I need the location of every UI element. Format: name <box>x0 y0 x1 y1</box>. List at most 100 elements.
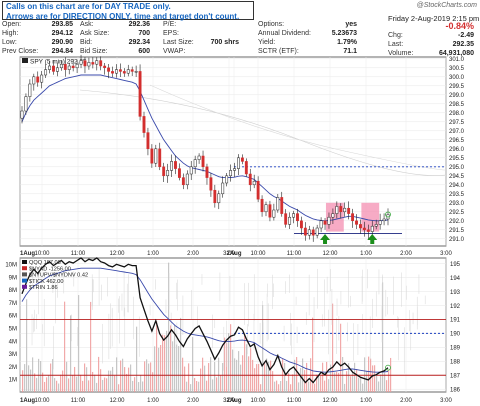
spy-x-tick-label: 2:00 <box>400 251 412 257</box>
volume-bar <box>386 380 388 392</box>
volume-bar <box>156 321 158 392</box>
candle <box>193 159 197 168</box>
spy-x-tick-label: 3:00 <box>440 251 452 257</box>
candle <box>303 227 307 236</box>
candle <box>319 220 323 229</box>
qqq-x-tick-label: 12:00 <box>109 398 125 404</box>
qqq-legend-label: $NYAD -1256.00 <box>29 266 71 272</box>
volume-bar <box>76 376 78 392</box>
volume-bar <box>240 364 242 392</box>
spy-y-tick-label: 292.5 <box>449 210 465 216</box>
candle <box>276 197 280 211</box>
volume-bar <box>308 381 310 392</box>
volume-bar <box>198 381 200 392</box>
spy-y-tick-label: 299.0 <box>449 93 465 99</box>
volume-bar <box>372 365 374 392</box>
volume-bar <box>288 373 290 392</box>
volume-bar <box>270 360 272 392</box>
candle <box>225 175 229 184</box>
candle <box>374 224 378 227</box>
candle <box>299 220 303 229</box>
candle <box>130 69 134 72</box>
volume-bar <box>88 380 90 392</box>
volume-bar <box>28 365 30 392</box>
volume-bar <box>90 301 92 392</box>
spy-x-tick-label: 1:00 <box>147 251 159 257</box>
volume-bar <box>144 361 146 392</box>
volume-bar <box>290 384 292 392</box>
volume-bar <box>318 376 320 392</box>
candle <box>107 67 111 72</box>
candle <box>382 218 386 222</box>
candle <box>59 63 63 69</box>
volume-bar <box>250 348 252 392</box>
volume-bar <box>340 323 342 392</box>
volume-tick-label: 2M <box>9 365 17 371</box>
candle <box>307 229 311 236</box>
volume-bar <box>210 357 212 392</box>
spy-x-tick-label: 10:00 <box>34 251 50 257</box>
volume-bar <box>70 315 72 392</box>
candle <box>177 168 181 178</box>
volume-bar <box>276 380 278 392</box>
volume-bar <box>108 370 110 392</box>
volume-bar <box>154 346 156 392</box>
volume-bar <box>238 351 240 392</box>
volume-bar <box>260 384 262 392</box>
volume-bar <box>30 369 32 392</box>
volume-bar <box>368 356 370 392</box>
volume-bar <box>206 380 208 392</box>
volume-bar <box>74 366 76 392</box>
qqq-legend-label: QQQ 187.08 <box>29 260 61 266</box>
volume-bar <box>138 382 140 392</box>
candle <box>268 204 272 218</box>
candle <box>205 166 209 178</box>
volume-bar <box>292 374 294 392</box>
volume-bar <box>264 362 266 392</box>
candle <box>28 83 32 97</box>
candle <box>240 157 244 162</box>
volume-bar <box>82 380 84 392</box>
volume-bar <box>34 373 36 392</box>
volume-bar <box>236 359 238 392</box>
volume-bar <box>320 376 322 392</box>
qqq-x-tick-label: 3:00 <box>440 398 452 404</box>
spy-x-tick-label: 2:00 <box>187 251 199 257</box>
volume-bar <box>60 374 62 392</box>
candle <box>55 67 59 72</box>
candle <box>201 155 205 168</box>
qqq-y-tick-label: 190 <box>450 332 461 338</box>
spy-y-tick-label: 297.0 <box>449 129 465 135</box>
spy-y-tick-label: 291.0 <box>449 237 465 243</box>
volume-bar <box>140 375 142 392</box>
volume-bar <box>58 383 60 392</box>
volume-bar <box>162 334 164 392</box>
volume-bar <box>214 361 216 392</box>
volume-bar <box>106 378 108 392</box>
qqq-x-tick-label: 1:00 <box>360 398 372 404</box>
candle <box>48 65 51 70</box>
volume-bar <box>284 362 286 392</box>
volume-tick-label: 4M <box>9 339 17 345</box>
volume-bar <box>110 370 112 392</box>
volume-bar <box>314 383 316 392</box>
volume-bar <box>328 379 330 392</box>
spy-x-tick-label: 12:00 <box>109 251 125 257</box>
candle <box>280 197 284 214</box>
volume-bar <box>128 367 130 392</box>
volume-bar <box>360 377 362 392</box>
volume-bar <box>132 380 134 392</box>
candle <box>91 62 95 65</box>
candle <box>126 69 130 74</box>
spy-y-tick-label: 298.5 <box>449 102 465 108</box>
volume-bar <box>48 375 50 392</box>
candle <box>146 132 150 150</box>
spy-y-tick-label: 296.5 <box>449 138 465 144</box>
volume-bar <box>158 347 160 392</box>
candle <box>311 229 315 236</box>
qqq-legend-label: $TRIN 1.86 <box>29 285 58 291</box>
spy-legend-swatch <box>22 58 28 63</box>
spy-x-tick-label: 12:00 <box>322 251 338 257</box>
price-chart: 291.0 291.5 292.0 292.5 293.0 293.5 294.0 294.5… <box>5 54 465 404</box>
volume-bar <box>40 361 42 392</box>
